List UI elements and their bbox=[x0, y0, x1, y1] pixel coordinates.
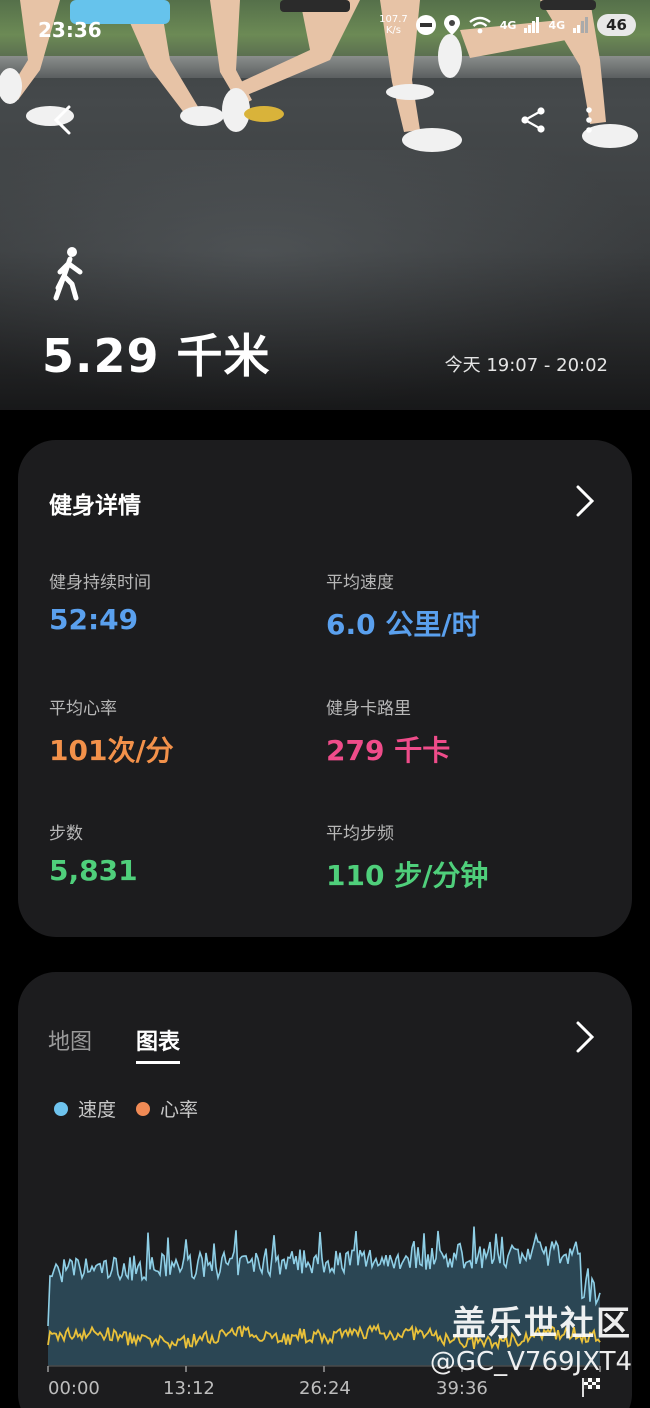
status-time: 23:36 bbox=[38, 18, 102, 42]
legend-dot-speed bbox=[54, 1101, 68, 1116]
finish-flag-icon bbox=[582, 1378, 600, 1397]
status-bar: 23:36 107.7 K/s 4G 4G 46 bbox=[0, 14, 650, 48]
share-icon bbox=[521, 107, 545, 133]
stat-value: 6.0 公里/时 bbox=[326, 608, 480, 641]
share-button[interactable] bbox=[513, 100, 553, 140]
stat-steps: 步数 5,831 bbox=[49, 819, 319, 887]
stat-value: 52:49 bbox=[49, 603, 139, 636]
legend-item-heart-rate[interactable]: 心率 bbox=[136, 1095, 198, 1122]
total-distance: 5.29 千米 bbox=[42, 329, 271, 383]
x-tick-label: 26:24 bbox=[299, 1378, 351, 1399]
stat-duration: 健身持续时间 52:49 bbox=[49, 568, 319, 636]
stat-avg-heart-rate: 平均心率 101次/分 bbox=[49, 694, 319, 769]
legend-item-speed[interactable]: 速度 bbox=[54, 1095, 116, 1122]
location-icon bbox=[443, 15, 460, 35]
signal-bars-icon bbox=[573, 17, 589, 33]
watermark: 盖乐世社区 @GC_V769JXT4 bbox=[429, 1304, 632, 1377]
chevron-right-icon[interactable] bbox=[572, 1020, 598, 1054]
back-button[interactable] bbox=[42, 100, 82, 140]
tab-map[interactable]: 地图 bbox=[48, 1024, 92, 1056]
more-vertical-icon bbox=[586, 107, 592, 133]
stat-avg-speed: 平均速度 6.0 公里/时 bbox=[326, 568, 596, 643]
stat-value: 5,831 bbox=[49, 854, 138, 887]
legend-dot-heart-rate bbox=[136, 1101, 151, 1116]
tab-chart[interactable]: 图表 bbox=[136, 1024, 181, 1064]
network-speed: 107.7 K/s bbox=[379, 14, 408, 36]
chevron-left-icon bbox=[53, 105, 71, 135]
chart-legend: 速度 心率 bbox=[54, 1095, 218, 1122]
stat-calories: 健身卡路里 279 千卡 bbox=[326, 694, 596, 769]
wifi-icon bbox=[469, 16, 491, 34]
stat-avg-cadence: 平均步频 110 步/分钟 bbox=[326, 819, 596, 894]
x-axis-labels: 00:00 13:12 26:24 39:36 bbox=[0, 1378, 650, 1400]
walk-icon bbox=[53, 247, 83, 301]
x-tick-label: 39:36 bbox=[436, 1378, 488, 1399]
x-tick-label: 00:00 bbox=[48, 1378, 100, 1399]
card-title: 健身详情 bbox=[49, 493, 141, 519]
signal-label-1: 4G bbox=[499, 18, 517, 32]
do-not-disturb-icon bbox=[415, 15, 436, 35]
status-icons: 107.7 K/s 4G 4G 46 bbox=[379, 14, 636, 36]
signal-label-2: 4G bbox=[548, 18, 566, 32]
chevron-right-icon[interactable] bbox=[572, 484, 598, 518]
stat-value: 101次/分 bbox=[49, 734, 174, 767]
more-options-button[interactable] bbox=[569, 100, 609, 140]
battery-level: 46 bbox=[597, 14, 636, 36]
x-tick-label: 13:12 bbox=[163, 1378, 215, 1399]
stat-value: 110 步/分钟 bbox=[326, 859, 489, 892]
signal-bars-icon bbox=[524, 17, 540, 33]
workout-date-range: 今天 19:07 - 20:02 bbox=[444, 355, 608, 376]
stat-value: 279 千卡 bbox=[326, 734, 451, 767]
workout-details-card[interactable]: 健身详情 健身持续时间 52:49 平均速度 6.0 公里/时 平均心率 101… bbox=[18, 440, 632, 937]
